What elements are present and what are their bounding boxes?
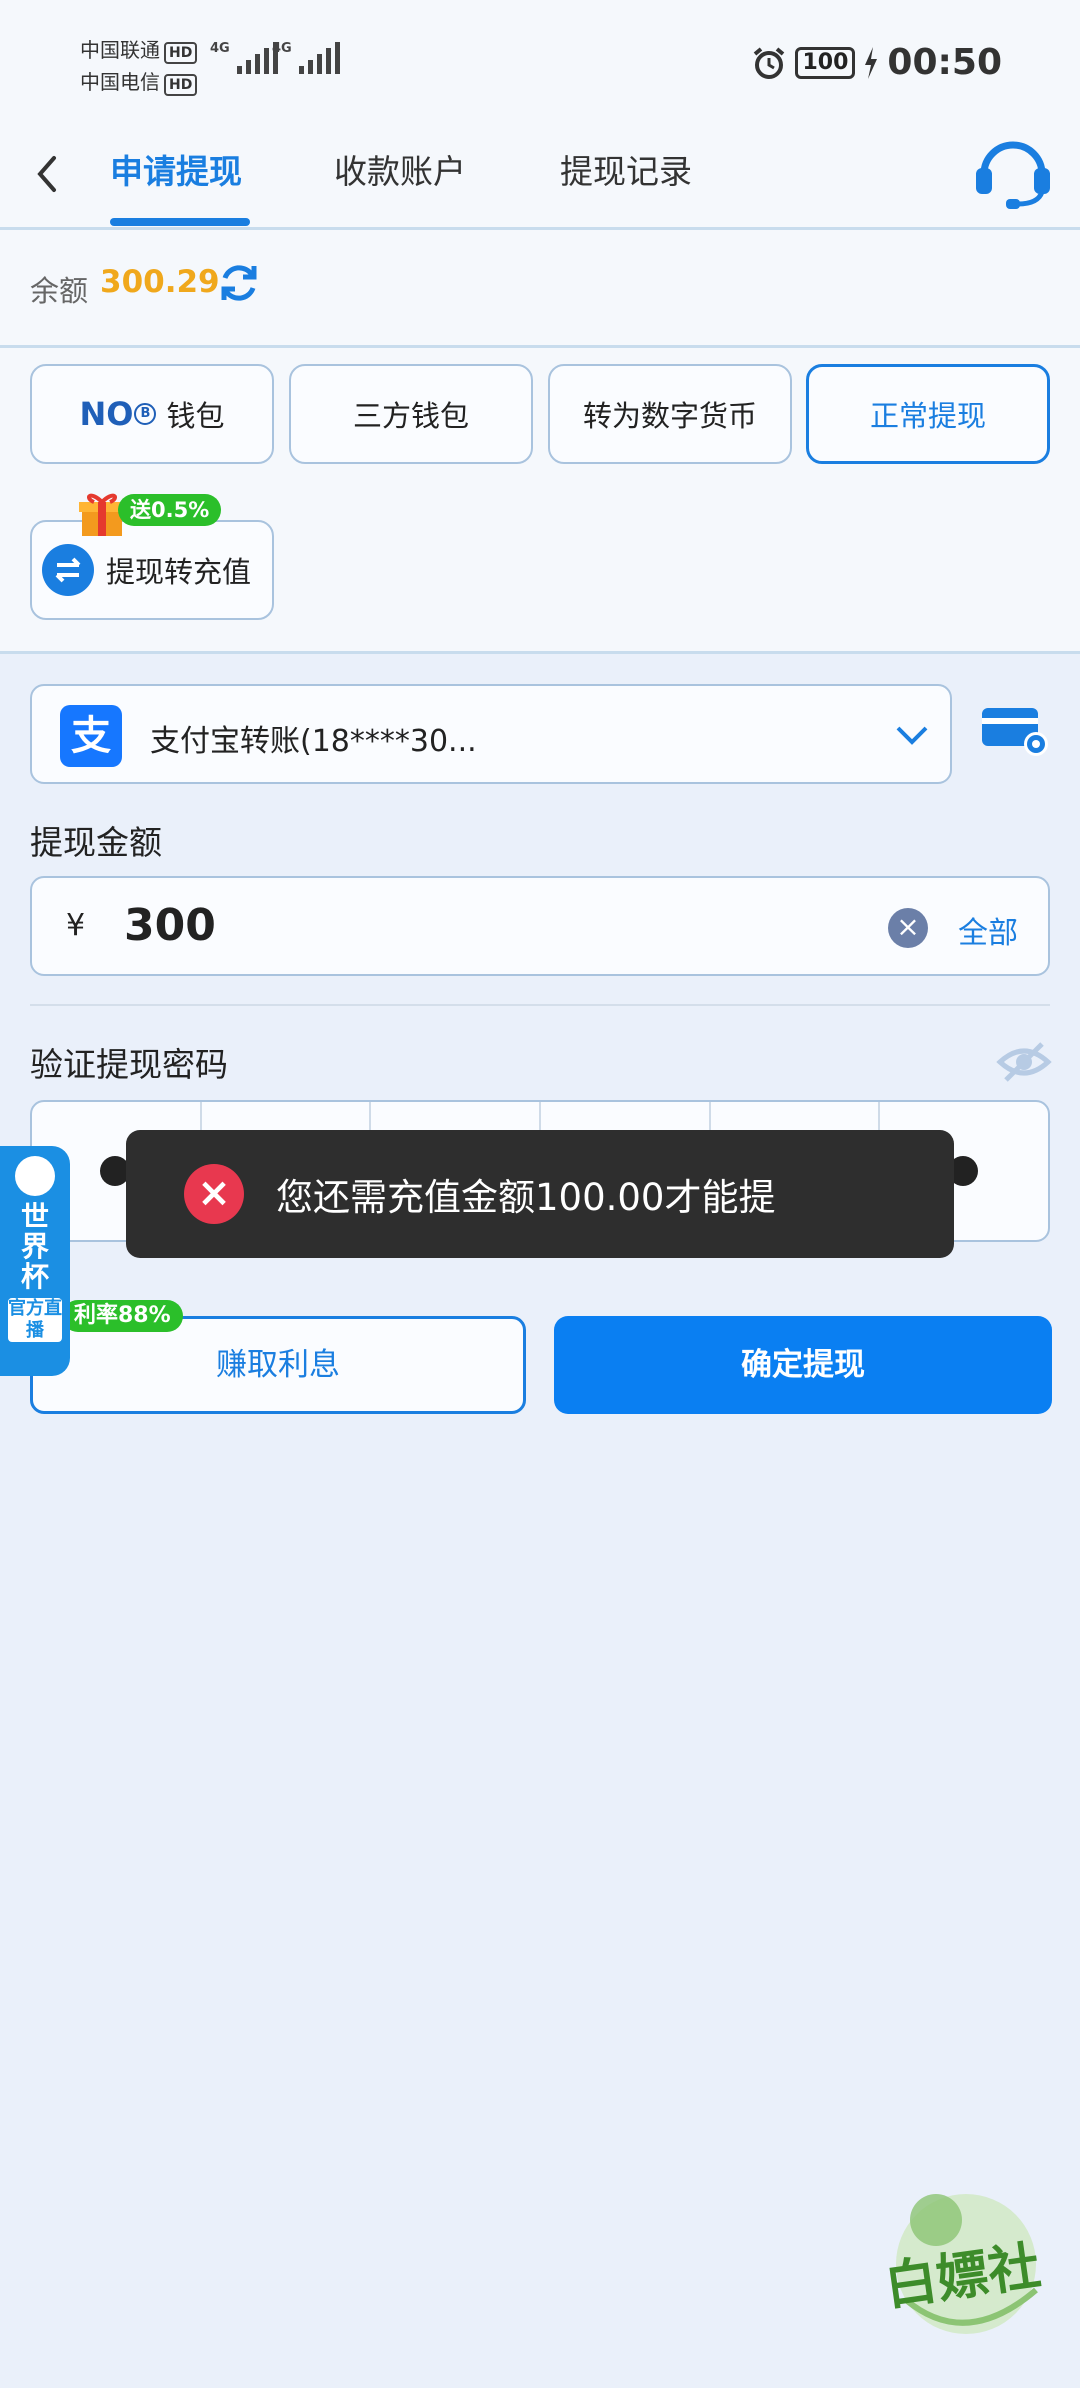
balance-row: 余额 300.29 xyxy=(0,230,1080,348)
withdraw-all-link[interactable]: 全部 xyxy=(958,908,1018,952)
tab-receiving-account[interactable]: 收款账户 xyxy=(334,148,466,196)
carrier-1: 中国联通 HD xyxy=(80,34,198,64)
account-select[interactable]: 支 支付宝转账(18****30... xyxy=(30,684,952,784)
account-text: 支付宝转账(18****30... xyxy=(150,724,477,759)
toast-message: 您还需充值金额100.00才能提 xyxy=(276,1176,776,1219)
tab-header: 申请提现 收款账户 提现记录 xyxy=(0,118,1080,230)
nb-logo: NO B xyxy=(80,395,157,433)
signal-icon: 4G xyxy=(210,42,278,74)
alarm-icon xyxy=(754,46,785,79)
password-label: 验证提现密码 xyxy=(30,1045,228,1084)
amount-label: 提现金额 xyxy=(30,823,162,862)
error-icon: × xyxy=(184,1164,244,1224)
confirm-withdraw-button[interactable]: 确定提现 xyxy=(554,1316,1052,1414)
balance-value: 300.29 xyxy=(100,264,220,300)
eye-hidden-icon[interactable] xyxy=(996,1034,1052,1090)
status-bar: 中国联通 HD 中国电信 HD 4G 4G 100 00:50 xyxy=(0,0,1080,118)
battery-indicator: 100 xyxy=(795,46,856,79)
digital-currency-button[interactable]: 转为数字货币 xyxy=(548,364,792,464)
withdraw-methods: NO B 钱包 三方钱包 转为数字货币 正常提现 提现转充值 送0.5% xyxy=(0,348,1080,654)
charging-icon xyxy=(865,46,878,79)
currency-symbol: ¥ xyxy=(66,908,86,943)
chevron-down-icon xyxy=(896,726,928,745)
swap-icon xyxy=(42,544,94,596)
tab-apply-withdraw[interactable]: 申请提现 xyxy=(110,148,242,196)
alipay-icon: 支 xyxy=(60,705,122,767)
clear-icon[interactable]: × xyxy=(888,908,928,948)
clock: 00:50 xyxy=(887,42,1002,83)
status-right: 100 00:50 xyxy=(751,42,1002,83)
amount-value[interactable]: 300 xyxy=(124,900,216,951)
customer-service-icon[interactable] xyxy=(972,130,1054,212)
error-toast: × 您还需充值金额100.00才能提 xyxy=(126,1130,954,1258)
divider xyxy=(30,1004,1050,1006)
recharge-label: 提现转充值 xyxy=(106,555,252,589)
card-settings-icon[interactable] xyxy=(980,704,1052,760)
bonus-badge: 送0.5% xyxy=(118,494,222,526)
withdraw-to-recharge-button[interactable]: 提现转充值 xyxy=(30,520,274,620)
worldcup-live-label: 官方直播 xyxy=(8,1298,62,1342)
carrier-2: 中国电信 HD xyxy=(80,66,198,96)
third-party-wallet-button[interactable]: 三方钱包 xyxy=(289,364,533,464)
normal-withdraw-button[interactable]: 正常提现 xyxy=(806,364,1050,464)
refresh-icon[interactable] xyxy=(216,260,262,306)
worldcup-title: 世界杯 xyxy=(20,1200,49,1293)
amount-field[interactable]: ¥ 300 × 全部 xyxy=(30,876,1050,976)
signal-icon: 4G xyxy=(272,42,340,74)
nb-wallet-button[interactable]: NO B 钱包 xyxy=(30,364,274,464)
active-tab-indicator xyxy=(110,218,250,226)
balance-label: 余额 xyxy=(30,274,89,308)
tab-withdraw-records[interactable]: 提现记录 xyxy=(560,148,692,196)
back-icon[interactable] xyxy=(26,144,66,204)
watermark-logo: 白嫖社 xyxy=(866,2180,1066,2340)
trophy-icon xyxy=(15,1156,55,1196)
nb-wallet-label: 钱包 xyxy=(166,399,225,433)
worldcup-live-float[interactable]: 世界杯 官方直播 xyxy=(0,1146,70,1376)
interest-rate-badge: 利率88% xyxy=(62,1300,183,1332)
